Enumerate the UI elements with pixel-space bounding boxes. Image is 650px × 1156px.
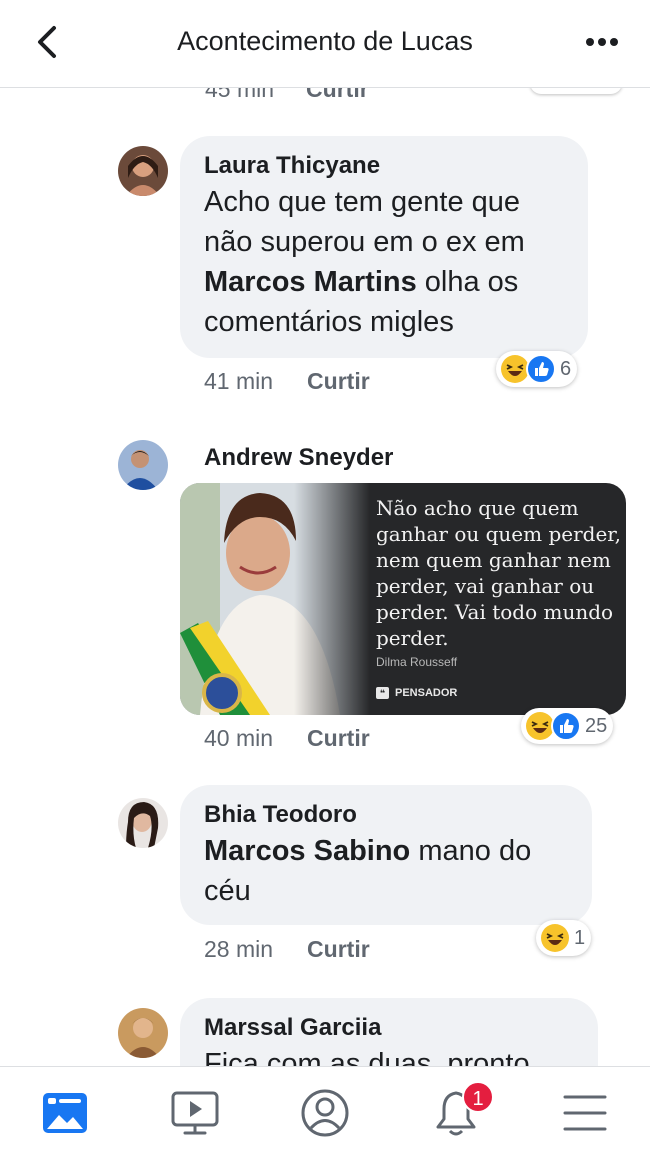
comment-text: Acho que tem gente que não superou em o … — [204, 182, 564, 342]
comment-meta: 40 min Curtir — [204, 725, 370, 752]
comment-author[interactable]: Andrew Sneyder — [204, 444, 393, 472]
like-link[interactable]: Curtir — [307, 936, 370, 962]
notification-badge: 1 — [462, 1081, 494, 1113]
like-reaction-icon — [526, 354, 556, 384]
reaction-count: 25 — [585, 714, 608, 737]
haha-reaction-icon — [541, 924, 569, 952]
quote-brand: ❝ PENSADOR — [376, 687, 457, 699]
reaction-summary[interactable]: 25 — [521, 708, 614, 744]
reaction-summary[interactable]: 1 — [536, 920, 592, 956]
portrait-image — [180, 483, 370, 715]
comment-bubble[interactable]: Laura Thicyane Acho que tem gente que nã… — [180, 136, 588, 358]
brand-label: PENSADOR — [395, 687, 458, 699]
avatar[interactable] — [118, 440, 168, 490]
reaction-count: 6 — [560, 357, 572, 380]
comment-text-part: Acho que tem gente que não superou em o … — [204, 186, 525, 258]
mention-link[interactable]: Marcos Sabino — [204, 835, 410, 867]
quote-marks-icon: ❝ — [376, 687, 389, 699]
avatar[interactable] — [118, 798, 168, 848]
comment-author[interactable]: Marssal Garciia — [204, 1014, 574, 1042]
top-bar: Acontecimento de Lucas — [0, 0, 650, 88]
comment-time: 41 min — [204, 368, 274, 394]
menu-icon[interactable] — [557, 1085, 613, 1141]
comment-author[interactable]: Laura Thicyane — [204, 152, 564, 180]
avatar[interactable] — [118, 1008, 168, 1058]
comment-image[interactable]: Não acho que quem ganhar ou quem perder,… — [180, 483, 626, 715]
like-reaction-icon — [551, 711, 581, 741]
reaction-summary[interactable] — [530, 88, 622, 94]
avatar[interactable] — [118, 146, 168, 196]
comment-time: 28 min — [204, 936, 274, 962]
quote-text: Não acho que quem ganhar ou quem perder,… — [376, 496, 622, 650]
mention-link[interactable]: Marcos Martins — [204, 266, 417, 298]
like-link[interactable]: Curtir — [307, 368, 370, 394]
comment-bubble[interactable]: Marssal Garciia Fica com as duas, pronto — [180, 998, 598, 1066]
comment-meta: 41 min Curtir — [204, 368, 370, 395]
reaction-count: 1 — [574, 926, 586, 949]
bottom-nav: 1 — [0, 1066, 650, 1156]
previous-comment-meta: 45 min Curtir — [205, 88, 369, 103]
like-link[interactable]: Curtir — [307, 725, 370, 751]
more-dots-icon[interactable] — [580, 22, 624, 62]
comment-meta: 28 min Curtir — [204, 936, 370, 963]
watch-icon[interactable] — [167, 1085, 223, 1141]
comment-text: Fica com as duas, pronto — [204, 1048, 530, 1066]
page-title: Acontecimento de Lucas — [177, 26, 473, 56]
comment-time: 45 min — [205, 88, 275, 102]
like-link[interactable]: Curtir — [306, 88, 369, 102]
news-feed-icon[interactable] — [37, 1085, 93, 1141]
comment-text: Marcos Sabino mano do céu — [204, 831, 568, 911]
profile-icon[interactable] — [297, 1085, 353, 1141]
comment-bubble[interactable]: Bhia Teodoro Marcos Sabino mano do céu — [180, 785, 592, 925]
quote-author: Dilma Rousseff — [376, 655, 458, 669]
comment-time: 40 min — [204, 725, 274, 751]
reaction-summary[interactable]: 6 — [496, 351, 578, 387]
comments-feed[interactable]: 45 min Curtir Laura Thicyane Acho que tem… — [0, 88, 650, 1066]
comment-author[interactable]: Bhia Teodoro — [204, 801, 568, 829]
